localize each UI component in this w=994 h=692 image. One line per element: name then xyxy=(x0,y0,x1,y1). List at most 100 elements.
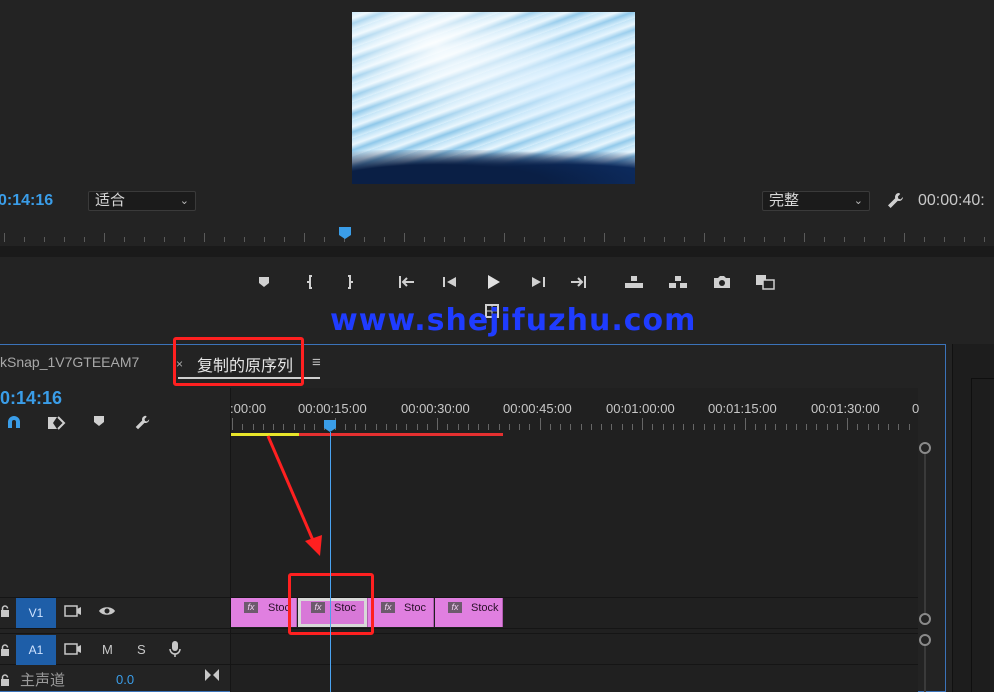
go-to-out-icon xyxy=(571,276,586,288)
track-a1-target[interactable]: A1 xyxy=(16,635,56,665)
scroll-handle-bottom[interactable] xyxy=(919,613,931,625)
mute-button[interactable]: M xyxy=(102,642,113,657)
ruler-tick xyxy=(704,233,705,242)
timeline-ruler-tick xyxy=(714,424,715,430)
tab-sequence-stocksnap[interactable]: kSnap_1V7GTEEAM7 xyxy=(0,354,139,370)
master-volume-value[interactable]: 0.0 xyxy=(116,672,134,687)
timeline-ruler-tick xyxy=(540,418,541,430)
ruler-tick xyxy=(944,237,945,242)
track-v1-target[interactable]: V1 xyxy=(16,598,56,628)
ruler-tick xyxy=(164,237,165,242)
timeline-ruler-tick xyxy=(253,424,254,430)
timeline-ruler-tick xyxy=(611,424,612,430)
timeline-ruler-tick xyxy=(345,424,346,430)
scroll-handle-top[interactable] xyxy=(919,442,931,454)
ruler-tick xyxy=(844,237,845,242)
fx-badge-icon: fx xyxy=(448,602,462,613)
go-to-in-button[interactable] xyxy=(394,270,418,294)
timeline-ruler-tick xyxy=(365,424,366,430)
snap-magnet-icon[interactable] xyxy=(5,414,23,432)
timeline-ruler-tick xyxy=(857,424,858,430)
video-clip[interactable]: fx Stock xyxy=(435,598,503,627)
timeline-ruler-tick xyxy=(570,424,571,430)
timeline-ruler-tick xyxy=(273,424,274,430)
ruler-tick xyxy=(824,237,825,242)
timeline-ruler-tick xyxy=(765,424,766,430)
mark-out-button[interactable] xyxy=(338,270,362,294)
playhead-timecode[interactable]: 0:14:16 xyxy=(0,192,53,210)
ruler-tick xyxy=(784,237,785,242)
go-to-end-icon[interactable] xyxy=(204,668,220,685)
ruler-tick xyxy=(24,237,25,242)
export-frame-button[interactable] xyxy=(710,270,734,294)
ruler-label: 00:01:30:00 xyxy=(811,401,880,416)
timeline-ruler-tick xyxy=(242,424,243,430)
timeline-settings-wrench-icon[interactable] xyxy=(133,414,151,432)
ruler-tick xyxy=(424,237,425,242)
fit-dropdown[interactable]: 适合 ⌄ xyxy=(88,191,196,211)
ruler-label: 00:00:45:00 xyxy=(503,401,572,416)
add-marker-button[interactable] xyxy=(252,270,276,294)
scroll-track xyxy=(924,644,926,692)
scroll-handle-top[interactable] xyxy=(919,634,931,646)
video-tracks-scrollbar[interactable] xyxy=(918,440,932,630)
timeline-playhead-line[interactable] xyxy=(330,432,331,692)
panel-menu-icon[interactable]: ≡ xyxy=(312,354,321,371)
ruler-tick xyxy=(64,237,65,242)
step-back-icon xyxy=(443,277,456,287)
ruler-tick xyxy=(264,237,265,242)
audio-tracks-scrollbar[interactable] xyxy=(918,634,932,692)
sync-lock-icon[interactable] xyxy=(64,603,82,622)
lock-icon[interactable] xyxy=(0,673,10,686)
extract-button[interactable] xyxy=(666,270,690,294)
ruler-tick xyxy=(384,237,385,242)
eye-icon[interactable] xyxy=(98,604,116,621)
chevron-down-icon: ⌄ xyxy=(179,195,189,207)
playback-resolution-dropdown[interactable]: 完整 ⌄ xyxy=(762,191,870,211)
video-clip[interactable]: fx Stoc xyxy=(368,598,434,627)
ruler-tick xyxy=(484,237,485,242)
timeline-ruler-tick xyxy=(406,424,407,430)
timeline-ruler-tick xyxy=(314,424,315,430)
watermark-text: www.shejifuzhu.com xyxy=(330,303,697,338)
solo-button[interactable]: S xyxy=(137,642,146,657)
ruler-tick xyxy=(804,233,805,242)
timeline-ruler-tick xyxy=(837,424,838,430)
wrench-icon[interactable] xyxy=(885,191,905,211)
timeline-ruler-tick xyxy=(283,424,284,430)
ruler-tick xyxy=(624,237,625,242)
timeline-ruler-tick xyxy=(622,424,623,430)
sync-lock-icon[interactable] xyxy=(64,641,82,660)
ruler-tick xyxy=(184,237,185,242)
ruler-tick xyxy=(144,237,145,242)
lock-icon[interactable] xyxy=(0,604,10,617)
extract-icon xyxy=(669,276,687,288)
timeline-ruler-tick xyxy=(632,424,633,430)
mark-in-button[interactable] xyxy=(298,270,322,294)
step-back-button[interactable] xyxy=(438,270,462,294)
lift-button[interactable] xyxy=(622,270,646,294)
ruler-tick xyxy=(744,237,745,242)
timeline-playhead-timecode[interactable]: 0:14:16 xyxy=(0,388,62,409)
linked-selection-icon[interactable] xyxy=(46,414,66,432)
ruler-tick xyxy=(584,237,585,242)
ruler-tick xyxy=(564,237,565,242)
timeline-ruler-tick xyxy=(509,424,510,430)
comparison-view-button[interactable] xyxy=(753,270,777,294)
monitor-zoom-scrollbar[interactable] xyxy=(0,246,994,256)
timeline-ruler-tick xyxy=(519,424,520,430)
monitor-playhead[interactable] xyxy=(338,226,352,240)
timeline-ruler-tick xyxy=(581,424,582,430)
step-forward-button[interactable] xyxy=(526,270,550,294)
play-button[interactable] xyxy=(481,270,505,294)
timeline-playhead[interactable] xyxy=(323,419,337,433)
ruler-tick xyxy=(904,233,905,242)
clip-name: Stock xyxy=(471,602,499,614)
mark-out-icon xyxy=(348,275,353,289)
ruler-tick xyxy=(124,237,125,242)
add-marker-icon[interactable] xyxy=(92,414,110,432)
monitor-time-ruler[interactable] xyxy=(0,228,994,244)
go-to-out-button[interactable] xyxy=(567,270,591,294)
microphone-icon[interactable] xyxy=(168,640,182,661)
lock-icon[interactable] xyxy=(0,643,10,656)
